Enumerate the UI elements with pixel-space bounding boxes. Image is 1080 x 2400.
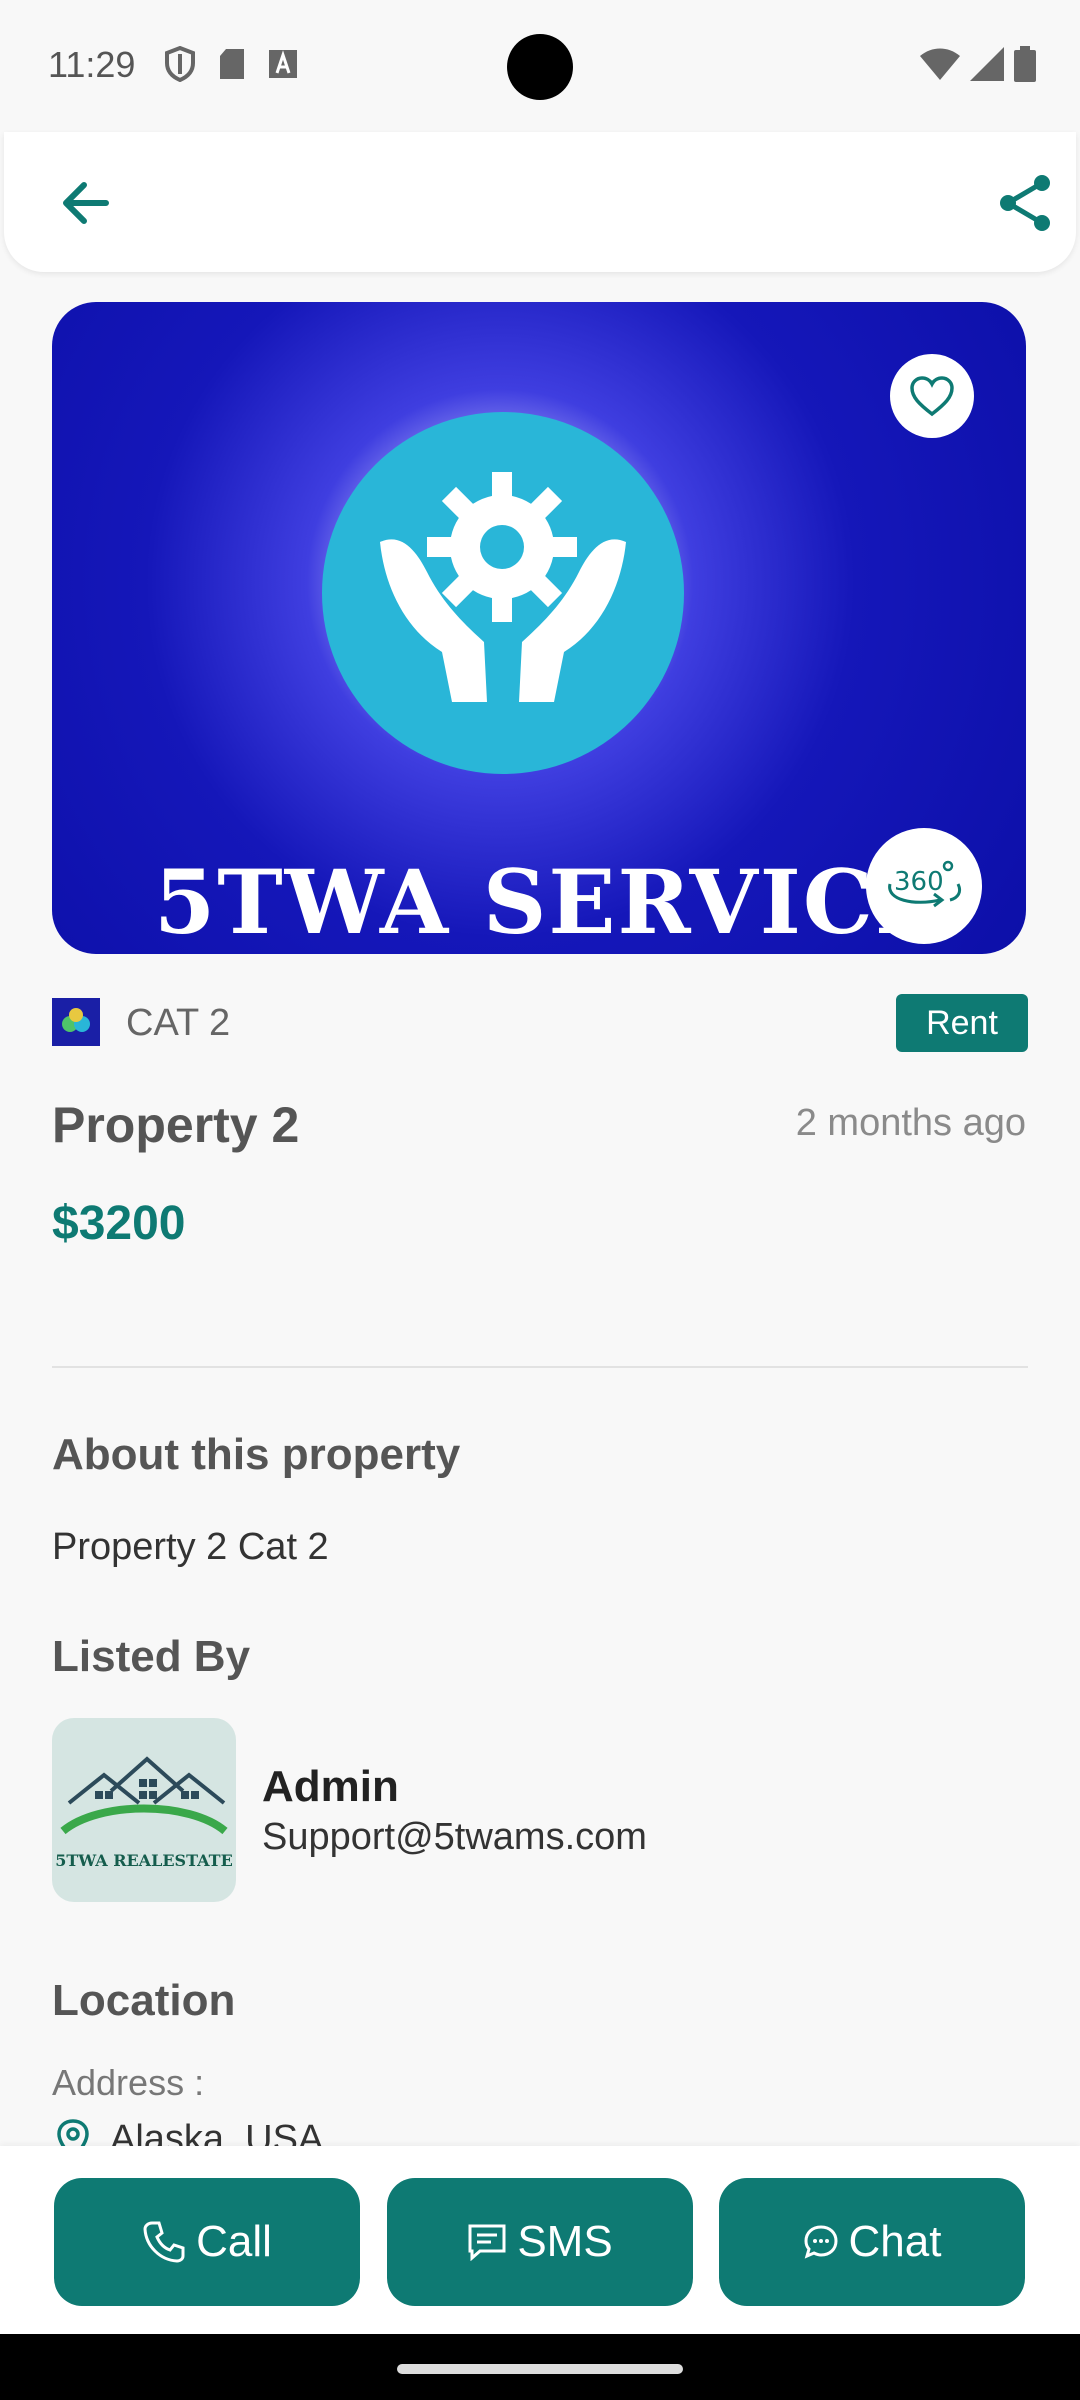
heart-outline-icon bbox=[910, 376, 954, 417]
about-text: Property 2 Cat 2 bbox=[52, 1526, 329, 1568]
view-360-button[interactable]: 360 bbox=[866, 828, 982, 944]
banner-text: 5TWA SERVICE bbox=[154, 850, 945, 954]
wifi-icon bbox=[920, 48, 960, 80]
rent-badge: Rent bbox=[896, 994, 1028, 1052]
share-icon bbox=[1000, 175, 1050, 231]
call-button[interactable]: Call bbox=[54, 2178, 360, 2306]
sms-button[interactable]: SMS bbox=[387, 2178, 693, 2306]
share-button[interactable] bbox=[990, 168, 1060, 238]
home-handle[interactable] bbox=[397, 2364, 683, 2374]
property-title: Property 2 bbox=[52, 1097, 300, 1153]
property-image[interactable]: 5TWA SERVICE 360 bbox=[52, 302, 1026, 954]
back-button[interactable] bbox=[52, 170, 118, 236]
system-nav-bar bbox=[0, 2334, 1080, 2400]
listed-by-heading: Listed By bbox=[52, 1632, 251, 1681]
status-bar: 11:29 bbox=[0, 0, 1080, 132]
location-heading: Location bbox=[52, 1976, 236, 2025]
svg-text:360: 360 bbox=[894, 867, 944, 897]
action-bar: Call SMS Chat bbox=[0, 2146, 1080, 2334]
phone-icon bbox=[143, 2221, 185, 2263]
favorite-button[interactable] bbox=[890, 354, 974, 438]
message-icon bbox=[468, 2224, 506, 2261]
address-label: Address : bbox=[52, 2062, 205, 2103]
service-logo-circle bbox=[322, 412, 684, 774]
call-label: Call bbox=[196, 2217, 272, 2266]
posted-time: 2 months ago bbox=[795, 1102, 1026, 1144]
property-price: $3200 bbox=[52, 1197, 186, 1250]
sms-label: SMS bbox=[517, 2217, 613, 2266]
agent-avatar[interactable]: 5TWA REALESTATE bbox=[52, 1718, 236, 1902]
agent-name: Admin bbox=[262, 1762, 399, 1811]
houses-logo-icon bbox=[60, 1755, 228, 1834]
shield-icon bbox=[165, 46, 195, 82]
battery-icon bbox=[1014, 46, 1036, 82]
view-360-icon: 360 bbox=[888, 860, 962, 908]
text-a-icon bbox=[269, 50, 297, 78]
chat-label: Chat bbox=[848, 2217, 942, 2266]
sd-card-icon bbox=[220, 49, 244, 79]
category-name: CAT 2 bbox=[126, 1002, 231, 1044]
category-logo-icon bbox=[62, 1008, 90, 1032]
agent-logo-text: 5TWA REALESTATE bbox=[55, 1850, 233, 1870]
status-icons-right bbox=[920, 46, 1036, 82]
hands-gear-icon bbox=[380, 472, 626, 702]
chat-bubble-icon bbox=[804, 2225, 838, 2259]
app-header bbox=[4, 132, 1076, 272]
camera-cutout bbox=[507, 34, 573, 100]
signal-icon bbox=[970, 47, 1004, 81]
arrow-left-icon bbox=[63, 182, 109, 224]
about-heading: About this property bbox=[52, 1430, 461, 1479]
status-time: 11:29 bbox=[48, 44, 136, 85]
divider bbox=[52, 1366, 1028, 1368]
category-logo bbox=[52, 998, 100, 1046]
agent-email[interactable]: Support@5twams.com bbox=[262, 1816, 647, 1859]
status-icons-left bbox=[164, 46, 298, 82]
chat-button[interactable]: Chat bbox=[719, 2178, 1025, 2306]
